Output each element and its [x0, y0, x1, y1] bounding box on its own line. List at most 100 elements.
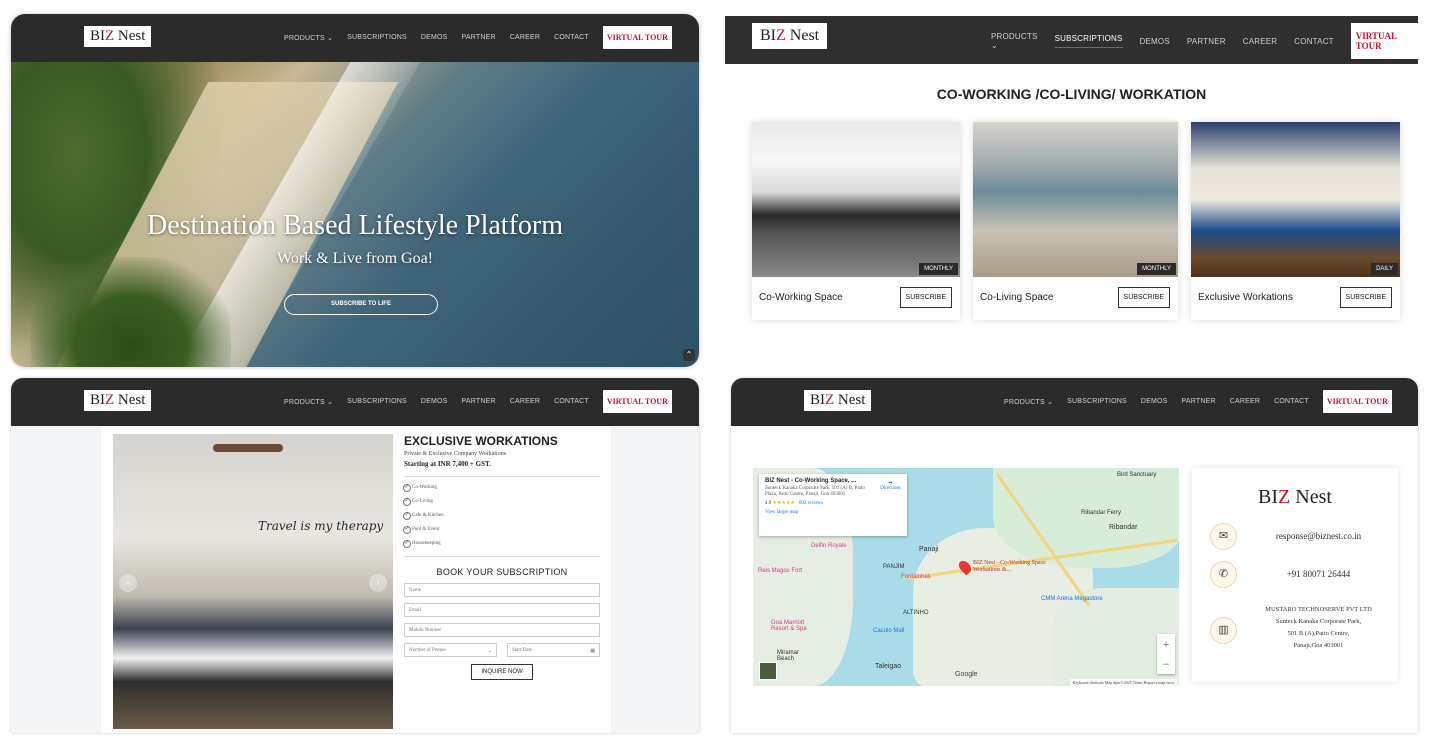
subscriptions-panel: BIZ Nest PRODUCTS ⌄ SUBSCRIPTIONS DEMOS … — [725, 16, 1418, 362]
card-name: Exclusive Workations — [1198, 292, 1293, 303]
nav-partner[interactable]: PARTNER — [1187, 37, 1226, 46]
subscribe-to-life-button[interactable]: SUBSCRIBE TO LIFE — [284, 294, 438, 315]
nav-products[interactable]: PRODUCTS ⌄ — [1004, 398, 1053, 406]
zoom-in-icon[interactable]: + — [1157, 634, 1175, 654]
nav-demos[interactable]: DEMOS — [421, 398, 448, 405]
main-nav: PRODUCTS ⌄ SUBSCRIPTIONS DEMOS PARTNER C… — [991, 23, 1418, 59]
contact-email[interactable]: response@biznest.co.in — [1247, 531, 1390, 541]
nav-subscriptions[interactable]: SUBSCRIPTIONS — [347, 398, 407, 405]
satellite-toggle[interactable] — [759, 662, 777, 680]
nav-subscriptions[interactable]: SUBSCRIPTIONS — [1067, 398, 1127, 405]
nav-partner[interactable]: PARTNER — [462, 398, 496, 405]
name-input[interactable]: Name — [404, 583, 600, 597]
logo[interactable]: BIZ Nest — [804, 390, 872, 411]
nav-contact[interactable]: CONTACT — [554, 34, 589, 41]
site-header: BIZ Nest PRODUCTS ⌄ SUBSCRIPTIONS DEMOS … — [11, 14, 699, 62]
nav-career[interactable]: CAREER — [1243, 37, 1278, 46]
workation-panel: Travel is my therapy ‹ › EXCLUSIVE WORKA… — [11, 378, 699, 733]
prev-arrow-icon[interactable]: ‹ — [119, 574, 137, 592]
place-rating: 4.9 ★★★★★ 692 reviews — [765, 500, 901, 506]
company-name: MUSTARO TECHNOSERVE PVT LTD — [1265, 606, 1372, 613]
map-label: ALTINHO — [903, 610, 929, 616]
map-label: Ribandar — [1109, 524, 1138, 531]
nav-career[interactable]: CAREER — [1230, 398, 1260, 405]
logo[interactable]: BIZ Nest — [84, 26, 152, 47]
workation-image — [1191, 122, 1400, 277]
reviews-link[interactable]: 692 reviews — [799, 501, 823, 506]
directions-button[interactable]: ➦ Directions — [880, 480, 901, 491]
card-coworking[interactable]: MONTHLY Co-Working Space SUBSCRIBE — [752, 122, 960, 320]
hero-panel: Destination Based Lifestyle Platform Wor… — [11, 14, 699, 367]
nav-demos[interactable]: DEMOS — [421, 34, 448, 41]
zoom-controls: + − — [1157, 634, 1175, 674]
address-line: Panaji,Goa 403001 — [1293, 642, 1344, 649]
star-icon: ★★★★★ — [772, 501, 795, 506]
address-line: 501 B (A),Patto Centre, — [1287, 630, 1350, 637]
logo[interactable]: BIZ Nest — [84, 390, 152, 411]
workation-price: Starting at INR 7,400 + GST. — [404, 460, 491, 468]
nav-contact[interactable]: CONTACT — [554, 398, 589, 405]
divider — [404, 556, 600, 557]
nav-partner[interactable]: PARTNER — [1182, 398, 1216, 405]
divider — [404, 476, 600, 477]
virtual-tour-button[interactable]: VIRTUAL TOUR — [602, 390, 672, 413]
subscribe-button[interactable]: SUBSCRIBE — [1339, 287, 1392, 308]
people-select[interactable]: Number of People ⌄ — [404, 643, 497, 657]
card-workation[interactable]: DAILY Exclusive Workations SUBSCRIBE — [1191, 122, 1400, 320]
map-poi: CMM Arena Megastore — [1041, 596, 1103, 602]
hero-banner: Destination Based Lifestyle Platform Wor… — [11, 62, 699, 367]
map-poi: Goa Marriott Resort & Spa — [771, 620, 807, 632]
room-photo: Travel is my therapy ‹ › — [113, 434, 393, 729]
subscribe-button[interactable]: SUBSCRIBE — [899, 287, 952, 308]
nav-career[interactable]: CAREER — [510, 34, 540, 41]
site-header: BIZ Nest PRODUCTS ⌄ SUBSCRIPTIONS DEMOS … — [725, 16, 1418, 64]
inquire-now-button[interactable]: INQUIRE NOW — [471, 664, 533, 680]
next-arrow-icon[interactable]: › — [369, 574, 387, 592]
nav-demos[interactable]: DEMOS — [1140, 37, 1170, 46]
contact-logo: BIZ Nest — [1258, 486, 1332, 508]
map-label: Panaji — [919, 546, 939, 553]
people-select-value: Number of People — [409, 648, 446, 653]
mail-icon: ✉ — [1210, 523, 1237, 550]
google-logo: Google — [955, 671, 978, 678]
phone-icon: ✆ — [1210, 561, 1237, 588]
address-line: Sunteck Kanaka Corporate Park, — [1275, 618, 1362, 625]
main-nav: PRODUCTS ⌄ SUBSCRIPTIONS DEMOS PARTNER C… — [284, 26, 672, 49]
nav-partner[interactable]: PARTNER — [462, 34, 496, 41]
nav-products[interactable]: PRODUCTS ⌄ — [991, 32, 1038, 50]
start-date-input[interactable]: Start Date ▦ — [507, 643, 600, 657]
booking-title: BOOK YOUR SUBSCRIPTION — [436, 567, 568, 577]
nav-contact[interactable]: CONTACT — [1274, 398, 1309, 405]
nav-products[interactable]: PRODUCTS ⌄ — [284, 34, 333, 42]
contact-phone[interactable]: +91 80071 26444 — [1247, 569, 1390, 579]
map-label: Taleigao — [875, 663, 902, 670]
logo[interactable]: BIZ Nest — [752, 23, 828, 49]
email-input[interactable]: Email — [404, 603, 600, 617]
larger-map-link[interactable]: View larger map — [765, 510, 901, 515]
mobile-input[interactable]: Mobile Number — [404, 623, 600, 637]
hero-title: Destination Based Lifestyle Platform — [146, 210, 564, 241]
virtual-tour-button[interactable]: VIRTUAL TOUR — [1322, 390, 1392, 413]
subscribe-button[interactable]: SUBSCRIBE — [1117, 287, 1170, 308]
nav-subscriptions[interactable]: SUBSCRIPTIONS — [347, 34, 407, 41]
virtual-tour-button[interactable]: VIRTUAL TOUR — [602, 26, 672, 49]
map-info-card: BIZ Nest - Co-Working Space, ... Sunteck… — [759, 474, 907, 536]
scroll-top-icon[interactable]: ⌃ — [683, 349, 695, 361]
map-label: Bird Sanctuary — [1117, 472, 1157, 478]
nav-subscriptions[interactable]: SUBSCRIPTIONS — [1054, 34, 1123, 48]
nav-demos[interactable]: DEMOS — [1141, 398, 1168, 405]
place-address: Sunteck Kanaka Corporate Park, 501 (A) B… — [765, 486, 865, 497]
plan-badge: MONTHLY — [1137, 263, 1176, 275]
zoom-out-icon[interactable]: − — [1157, 654, 1175, 674]
card-coliving[interactable]: MONTHLY Co-Living Space SUBSCRIBE — [973, 122, 1178, 320]
nav-products[interactable]: PRODUCTS ⌄ — [284, 398, 333, 406]
rating-value: 4.9 — [765, 501, 772, 506]
start-date-value: Start Date — [512, 648, 533, 653]
nav-contact[interactable]: CONTACT — [1294, 37, 1333, 46]
map-label: PANJIM — [883, 564, 905, 570]
map-poi: Fontainhas — [901, 574, 931, 580]
workation-title: EXCLUSIVE WORKATIONS — [404, 434, 558, 448]
nav-career[interactable]: CAREER — [510, 398, 540, 405]
virtual-tour-button[interactable]: VIRTUAL TOUR — [1350, 23, 1418, 59]
google-map[interactable]: Panaji PANJIM Ribandar ALTINHO Taleigao … — [753, 468, 1179, 686]
